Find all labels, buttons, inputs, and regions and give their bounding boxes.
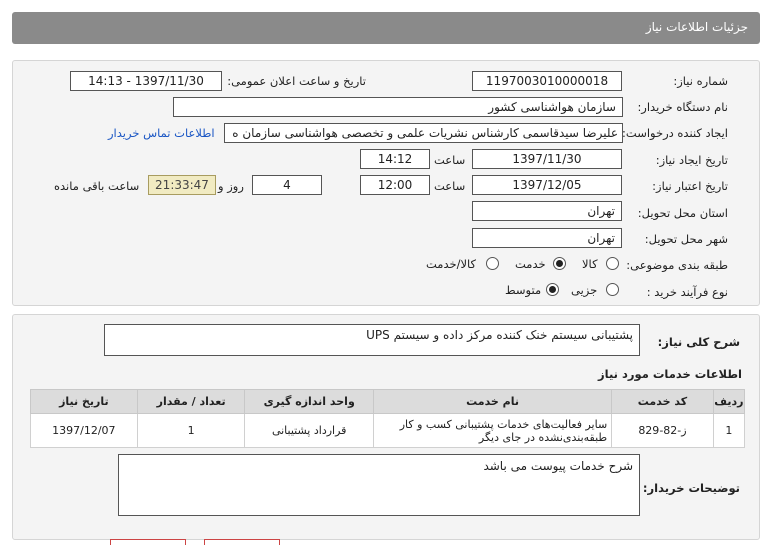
services-table-header: ردیف کد خدمت نام خدمت واحد اندازه گیری ت… (30, 389, 746, 414)
validity-date-field: 1397/12/05 (472, 175, 622, 195)
header-bar: جزئیات اطلاعات نیاز (12, 12, 760, 44)
buyer-notes-label: توضیحات خریدار: (642, 481, 740, 495)
col-unit: واحد اندازه گیری (244, 389, 374, 414)
services-table: ردیف کد خدمت نام خدمت واحد اندازه گیری ت… (30, 389, 746, 448)
summary-label: شرح کلی نیاز: (657, 335, 740, 349)
need-number-field: 1197003010000018 (472, 71, 622, 91)
buyer-field: سازمان هواشناسی کشور (173, 97, 623, 117)
services-section-title: اطلاعات خدمات مورد نیاز (598, 367, 742, 381)
need-number-label: شماره نیاز: (673, 74, 728, 88)
category-radio-goods[interactable] (606, 257, 619, 270)
category-option-goods-service: کالا/خدمت (426, 257, 477, 271)
created-date-label: تاریخ ایجاد نیاز: (655, 153, 728, 167)
cell-row: 1 (712, 413, 746, 448)
footer-button-left[interactable] (110, 539, 186, 545)
process-option-medium: متوسط (505, 283, 542, 297)
category-radio-goods-service[interactable] (486, 257, 499, 270)
category-option-service: خدمت (515, 257, 546, 271)
announce-label: تاریخ و ساعت اعلان عمومی: (227, 74, 366, 88)
process-option-minor: جزیی (571, 283, 598, 297)
buyer-notes-field: شرح خدمات پیوست می باشد (118, 454, 640, 516)
time-remaining-label: ساعت باقی مانده (54, 179, 140, 193)
process-radio-medium[interactable] (546, 283, 559, 296)
col-code: کد خدمت (611, 389, 714, 414)
contact-buyer-link[interactable]: اطلاعات تماس خریدار (108, 126, 215, 140)
requester-field: علیرضا سیدقاسمی کارشناس نشریات علمی و تخ… (224, 123, 623, 143)
validity-date-label: تاریخ اعتبار نیاز: (652, 179, 728, 193)
city-field: تهران (472, 228, 622, 248)
province-field: تهران (472, 201, 622, 221)
process-label: نوع فرآیند خرید : (646, 285, 728, 299)
days-label: روز و (218, 179, 244, 193)
province-label: استان محل تحویل: (637, 206, 728, 220)
buyer-label: نام دستگاه خریدار: (637, 100, 728, 114)
col-date: تاریخ نیاز (30, 389, 138, 414)
cell-date: 1397/12/07 (30, 413, 138, 448)
cell-code: ز-82-829 (611, 413, 714, 448)
cell-name: سایر فعالیت‌های خدمات پشتیبانی کسب و کار… (372, 413, 613, 448)
cell-qty: 1 (136, 413, 246, 448)
created-date-field: 1397/11/30 (472, 149, 622, 169)
days-remaining-field: 4 (252, 175, 322, 195)
validity-time-field: 12:00 (360, 175, 430, 195)
validity-time-label: ساعت (434, 179, 466, 193)
process-radio-minor[interactable] (606, 283, 619, 296)
col-row: ردیف (712, 389, 746, 414)
cell-unit: قرارداد پشتیبانی (244, 413, 374, 448)
time-remaining-field: 21:33:47 (148, 175, 216, 195)
created-time-field: 14:12 (360, 149, 430, 169)
footer-button-right[interactable] (204, 539, 280, 545)
summary-field: پشتیبانی سیستم خنک کننده مرکز داده و سیس… (104, 324, 640, 356)
col-name: نام خدمت (372, 389, 613, 414)
created-time-label: ساعت (434, 153, 466, 167)
announce-field: 1397/11/30 - 14:13 (70, 71, 222, 91)
category-label: طبقه بندی موضوعی: (626, 258, 728, 272)
category-option-goods: کالا (582, 257, 598, 271)
table-row: 1 ز-82-829 سایر فعالیت‌های خدمات پشتیبان… (30, 413, 746, 448)
city-label: شهر محل تحویل: (644, 232, 728, 246)
category-radio-service[interactable] (553, 257, 566, 270)
page-title: جزئیات اطلاعات نیاز (645, 20, 748, 34)
col-qty: تعداد / مقدار (136, 389, 246, 414)
requester-label: ایجاد کننده درخواست: (622, 126, 728, 140)
